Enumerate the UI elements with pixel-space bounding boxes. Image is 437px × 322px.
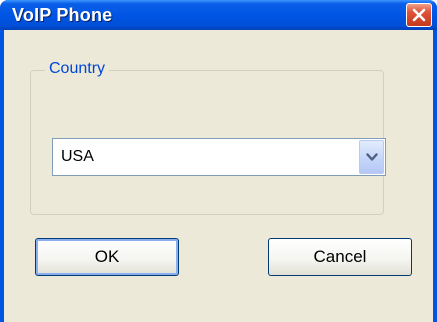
cancel-button[interactable]: Cancel [268, 238, 412, 276]
country-dropdown-button[interactable] [359, 140, 384, 174]
window-title: VoIP Phone [12, 5, 113, 25]
title-bar[interactable]: VoIP Phone [0, 0, 437, 30]
close-button[interactable] [406, 3, 432, 27]
country-selected-value: USA [61, 148, 94, 165]
chevron-down-icon [366, 153, 378, 161]
close-icon [412, 8, 426, 22]
country-group-label: Country [45, 60, 110, 78]
country-select[interactable]: USA [52, 138, 386, 176]
ok-button[interactable]: OK [35, 238, 179, 276]
